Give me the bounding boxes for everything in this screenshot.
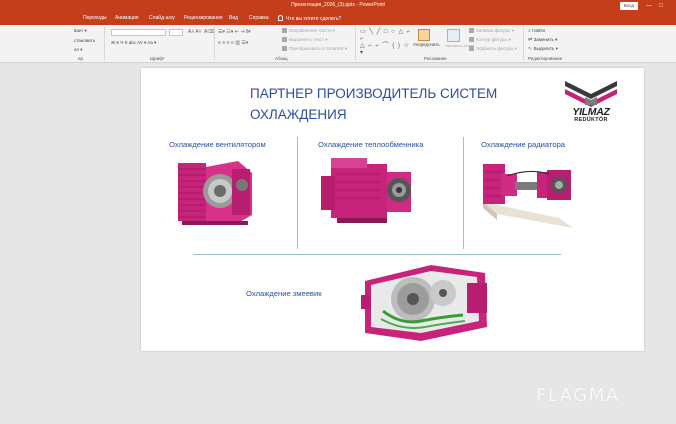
flagma-watermark: FLAGMA (536, 385, 620, 406)
caption-fan-cooling[interactable]: Охлаждение вентилятором (169, 140, 266, 149)
shapes-gallery[interactable]: ▭ ╲ ╱ □ ○ △ ⌐ ⌐ △ ⌐ ⌐ ⌒ { } ☆ ▾ (360, 29, 412, 56)
caption-radiator-cooling[interactable]: Охлаждение радиатора (481, 140, 565, 149)
column-divider (297, 137, 298, 249)
signin-button[interactable]: Вход (620, 2, 638, 10)
ribbon-separator (214, 27, 215, 60)
smartart-button[interactable]: Преобразовать в SmartArt ▾ (282, 46, 347, 52)
ribbon-separator (355, 27, 356, 60)
smartart-icon (282, 46, 287, 51)
shape-outline-label: Контур фигуры ▾ (476, 37, 511, 42)
caption-coil-cooling[interactable]: Охлаждение змеевик (246, 289, 322, 298)
ribbon-separator (104, 27, 105, 60)
tab-slideshow[interactable]: Слайд-шоу (149, 15, 175, 21)
pen-icon (469, 37, 474, 42)
coil-cooled-gearbox-image (361, 265, 487, 341)
restore-icon[interactable]: □ (656, 1, 666, 11)
logo-subtitle: REDÜKTÖR (574, 117, 608, 123)
shape-effects-label: Эффекты фигуры ▾ (476, 46, 518, 51)
ribbon-separator (523, 27, 524, 60)
text-direction-icon (282, 28, 287, 33)
tab-transitions[interactable]: Переходы (83, 15, 106, 21)
align-icon[interactable]: ≡ ≡ ≡ ≡ ▥ ☰▾ (218, 40, 248, 46)
replace-button[interactable]: ⇄ Заменить ▾ (528, 37, 557, 43)
text-direction-button[interactable]: Направление текста ▾ (282, 28, 335, 34)
font-grow-icon[interactable]: A˄ A˅ (188, 29, 202, 35)
font-style-controls[interactable]: Ж К Ч S abc AV ▾ Aa ▾ (111, 40, 156, 46)
shape-outline-button[interactable]: Контур фигуры ▾ (469, 37, 511, 43)
minimize-icon[interactable]: — (644, 1, 654, 11)
tab-help[interactable]: Справка (249, 15, 269, 21)
effects-icon (469, 46, 474, 51)
paint-bucket-icon (469, 28, 474, 33)
shape-fill-button[interactable]: Заливка фигуры ▾ (469, 28, 514, 34)
slide[interactable]: ПАРТНЕР ПРОИЗВОДИТЕЛЬ СИСТЕМ ОХЛАЖДЕНИЯ … (141, 68, 644, 351)
clear-format-icon[interactable]: A⌫ (204, 29, 214, 35)
group-label-drawing: Рисование (424, 56, 447, 61)
radiator-cooled-drive-image (483, 164, 573, 228)
tellme-label: Что вы хотите сделать? (286, 16, 342, 22)
tab-animation[interactable]: Анимация (115, 15, 138, 21)
tab-review[interactable]: Рецензирование (184, 15, 223, 21)
window-title: Презентация_2026_(3).pptx - PowerPoint (291, 2, 385, 8)
fan-cooled-gearbox-image (178, 161, 252, 225)
shape-fill-label: Заливка фигуры ▾ (476, 28, 514, 33)
tab-view[interactable]: Вид (229, 15, 238, 21)
bullets-icon[interactable]: ☰▾ ☷▾ ⇤ ⇥ ‖▾ (218, 29, 251, 35)
ribbon-tabs: Переходы Анимация Слайд-шоу Рецензирован… (0, 12, 676, 25)
slide-title[interactable]: ПАРТНЕР ПРОИЗВОДИТЕЛЬ СИСТЕМ ОХЛАЖДЕНИЯ (250, 83, 540, 125)
clipboard-item-section[interactable]: ел ▾ (74, 47, 83, 53)
arrange-label[interactable]: Упорядочить (413, 42, 440, 47)
column-divider (463, 137, 464, 249)
font-size-input[interactable] (169, 29, 183, 36)
yilmaz-logo: YILMAZ REDÜKTÖR (561, 80, 621, 126)
clipboard-item-reset[interactable]: становить (74, 38, 95, 43)
group-label-clipboard: ер (78, 56, 84, 61)
ribbon: вает ▾ становить ел ▾ ер A˄ A˅ A⌫ Ж К Ч … (0, 25, 676, 63)
quick-styles-icon[interactable] (447, 29, 460, 42)
shape-effects-button[interactable]: Эффекты фигуры ▾ (469, 46, 517, 52)
find-label: Найти (532, 28, 546, 33)
font-family-input[interactable] (111, 29, 166, 36)
align-text-button[interactable]: Выровнять текст ▾ (282, 37, 328, 43)
text-direction-label: Направление текста ▾ (289, 28, 336, 33)
align-text-label: Выровнять текст ▾ (289, 37, 328, 42)
replace-label: Заменить ▾ (533, 37, 558, 42)
yilmaz-logo-mark (565, 81, 617, 107)
find-button[interactable]: ⌕ Найти (528, 28, 545, 34)
title-bar: Презентация_2026_(3).pptx - PowerPoint В… (0, 0, 676, 12)
group-label-paragraph: Абзац (275, 56, 288, 61)
heat-exchanger-gearbox-image (321, 158, 411, 223)
align-text-icon (282, 37, 287, 42)
clipboard-item-cut[interactable]: вает ▾ (74, 28, 87, 34)
select-label: Выделить ▾ (533, 46, 558, 51)
smartart-label: Преобразовать в SmartArt ▾ (289, 46, 348, 51)
select-button[interactable]: ↖ Выделить ▾ (528, 46, 558, 52)
group-label-font: Шрифт (150, 56, 165, 61)
arrange-icon[interactable] (418, 29, 430, 41)
row-divider (193, 254, 561, 255)
caption-exchanger-cooling[interactable]: Охлаждение теплообменника (318, 140, 423, 149)
group-label-editing: Редактирование (528, 56, 563, 61)
tellme-search[interactable]: Что вы хотите сделать? (278, 15, 341, 22)
lightbulb-icon (278, 15, 283, 21)
